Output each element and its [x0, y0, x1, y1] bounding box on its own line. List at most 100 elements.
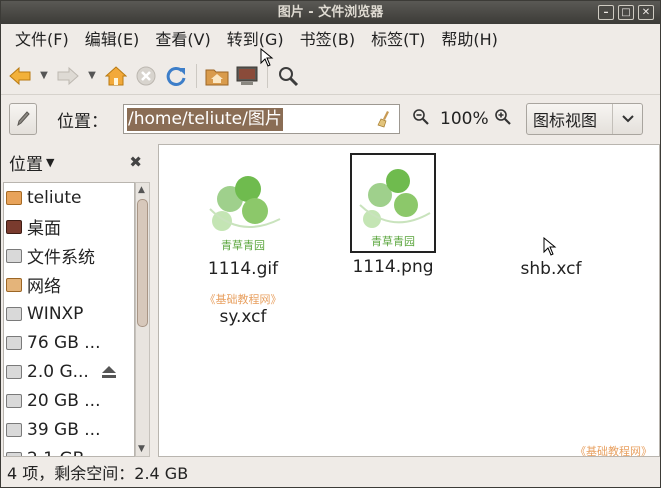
- zoom-in-button[interactable]: [494, 108, 516, 130]
- sidebar-item-20gb[interactable]: 20 GB ...: [4, 386, 134, 415]
- sidebar-item-2gb[interactable]: 2.0 G...: [4, 357, 134, 386]
- window-title: 图片 - 文件浏览器: [277, 5, 384, 20]
- location-label: 位置：: [57, 111, 108, 132]
- forward-arrow-icon: [57, 66, 79, 85]
- scroll-up-icon[interactable]: ▲: [138, 185, 145, 195]
- zoom-in-icon: [495, 109, 511, 125]
- reload-button[interactable]: [161, 61, 191, 91]
- desktop-icon: [6, 219, 22, 234]
- sidebar-item-39gb[interactable]: 39 GB ...: [4, 415, 134, 444]
- sidebar-header[interactable]: 位置 ▼ ✖: [1, 144, 152, 180]
- sidebar-item-76gb[interactable]: 76 GB ...: [4, 328, 134, 357]
- sidebar-item-label: 网络: [27, 277, 61, 297]
- menu-tabs[interactable]: 标签(T): [363, 24, 433, 56]
- sidebar-item-filesystem[interactable]: 文件系统: [4, 241, 134, 270]
- maximize-button[interactable]: □: [618, 5, 634, 20]
- file-name[interactable]: shb.xcf: [491, 259, 611, 279]
- drive-icon: [6, 422, 22, 437]
- thumb-caption: 青草青园: [221, 239, 265, 252]
- view-mode-select[interactable]: 图标视图: [526, 103, 643, 135]
- minimize-button[interactable]: –: [598, 5, 614, 20]
- clear-brush-icon[interactable]: [377, 110, 393, 128]
- location-path-text[interactable]: /home/teliute/图片: [127, 107, 283, 131]
- menu-edit[interactable]: 编辑(E): [77, 24, 148, 56]
- toolbar: ▼ ▼: [1, 57, 660, 95]
- menu-file[interactable]: 文件(F): [7, 24, 77, 56]
- drive-icon: [6, 335, 22, 350]
- search-button[interactable]: [273, 61, 303, 91]
- mouse-cursor-icon: [260, 48, 274, 67]
- clover-image-icon: 青草青园: [209, 176, 281, 252]
- home-folder-icon: [205, 69, 229, 85]
- close-sidebar-icon[interactable]: ✖: [129, 153, 142, 171]
- places-sidebar: 位置 ▼ ✖ teliute 桌面 文件系统 网络 WINXP 76 GB ..…: [1, 144, 152, 457]
- sidebar-item-network[interactable]: 网络: [4, 270, 134, 299]
- status-bar: 4 项，剩余空间：2.4 GB: [1, 457, 660, 487]
- drive-icon: [6, 393, 22, 408]
- home-folder-icon: [6, 190, 22, 205]
- menu-bar: 文件(F) 编辑(E) 查看(V) 转到(G) 书签(B) 标签(T) 帮助(H…: [1, 24, 660, 56]
- menu-go[interactable]: 转到(G): [219, 24, 292, 56]
- stop-button[interactable]: [131, 61, 161, 91]
- drive-icon: [6, 364, 22, 379]
- eject-icon[interactable]: [101, 365, 117, 379]
- scrollbar-thumb[interactable]: [137, 199, 148, 327]
- sidebar-item-label: 文件系统: [27, 248, 95, 268]
- file-name[interactable]: sy.xcf: [183, 307, 303, 327]
- menu-view[interactable]: 查看(V): [147, 24, 218, 56]
- file-thumbnail: 青草青园: [198, 155, 288, 255]
- scroll-down-icon[interactable]: ▼: [138, 444, 145, 454]
- sidebar-item-winxp[interactable]: WINXP: [4, 299, 134, 328]
- sidebar-item-label: 39 GB ...: [27, 419, 101, 440]
- sidebar-dropdown-icon[interactable]: ▼: [46, 156, 54, 169]
- file-item-shb-xcf[interactable]: shb.xcf: [491, 155, 611, 279]
- file-name[interactable]: 1114.png: [333, 257, 453, 277]
- sidebar-item-label: 2.1 GB: [27, 449, 84, 457]
- search-icon: [279, 66, 299, 86]
- pencil-icon: [17, 111, 30, 127]
- back-button[interactable]: [5, 61, 35, 91]
- sidebar-item-label: 20 GB ...: [27, 390, 101, 411]
- menu-bookmarks[interactable]: 书签(B): [292, 24, 363, 56]
- up-button[interactable]: [101, 61, 131, 91]
- file-item-sy-xcf[interactable]: 《基础教程网》 sy.xcf: [183, 291, 303, 327]
- toggle-location-edit-button[interactable]: [9, 103, 37, 135]
- network-folder-icon: [6, 277, 22, 292]
- close-window-button[interactable]: ✕: [638, 5, 654, 20]
- drive-icon: [6, 306, 22, 321]
- file-thumbnail-text: 《基础教程网》: [204, 293, 282, 306]
- home-up-icon: [105, 65, 127, 85]
- sidebar-scrollbar[interactable]: ▲ ▼: [135, 182, 150, 457]
- menu-help[interactable]: 帮助(H): [433, 24, 506, 56]
- file-name[interactable]: 1114.gif: [183, 259, 303, 279]
- home-folder-button[interactable]: [202, 61, 232, 91]
- clover-image-icon: 青草青园: [359, 169, 431, 248]
- forward-history-dropdown[interactable]: ▼: [83, 61, 101, 91]
- computer-button[interactable]: [232, 61, 262, 91]
- title-bar: 图片 - 文件浏览器 – □ ✕: [1, 1, 660, 24]
- view-mode-value: 图标视图: [533, 111, 598, 130]
- location-bar: 位置： /home/teliute/图片 100% 图标视图: [1, 96, 660, 142]
- stop-icon: [136, 66, 156, 85]
- toolbar-separator: [196, 63, 197, 88]
- computer-icon: [236, 66, 258, 85]
- file-item-1114-gif[interactable]: 青草青园 1114.gif: [183, 155, 303, 279]
- chevron-down-icon[interactable]: [612, 104, 642, 134]
- back-history-dropdown[interactable]: ▼: [35, 61, 53, 91]
- sidebar-item-desktop[interactable]: 桌面: [4, 212, 134, 241]
- sidebar-item-label: 2.0 G...: [27, 361, 89, 382]
- forward-button[interactable]: [53, 61, 83, 91]
- zoom-level[interactable]: 100%: [440, 109, 490, 129]
- file-browser-window: 图片 - 文件浏览器 – □ ✕ 文件(F) 编辑(E) 查看(V) 转到(G)…: [0, 0, 661, 488]
- zoom-out-icon: [413, 109, 429, 125]
- sidebar-item-label: 76 GB ...: [27, 332, 101, 353]
- sidebar-item-teliute[interactable]: teliute: [4, 183, 134, 212]
- file-item-1114-png[interactable]: 青草青园 1114.png: [333, 153, 453, 277]
- location-input[interactable]: /home/teliute/图片: [123, 104, 400, 134]
- reload-icon: [166, 66, 186, 86]
- file-thumbnail: 青草青园: [350, 153, 436, 253]
- sidebar-title[interactable]: 位置: [9, 150, 43, 175]
- sidebar-item-2-1gb[interactable]: 2.1 GB: [4, 444, 134, 457]
- zoom-out-button[interactable]: [412, 108, 434, 130]
- file-view: 青草青园 1114.gif 青草青园 1114.png shb.xcf 《基础教…: [158, 144, 660, 458]
